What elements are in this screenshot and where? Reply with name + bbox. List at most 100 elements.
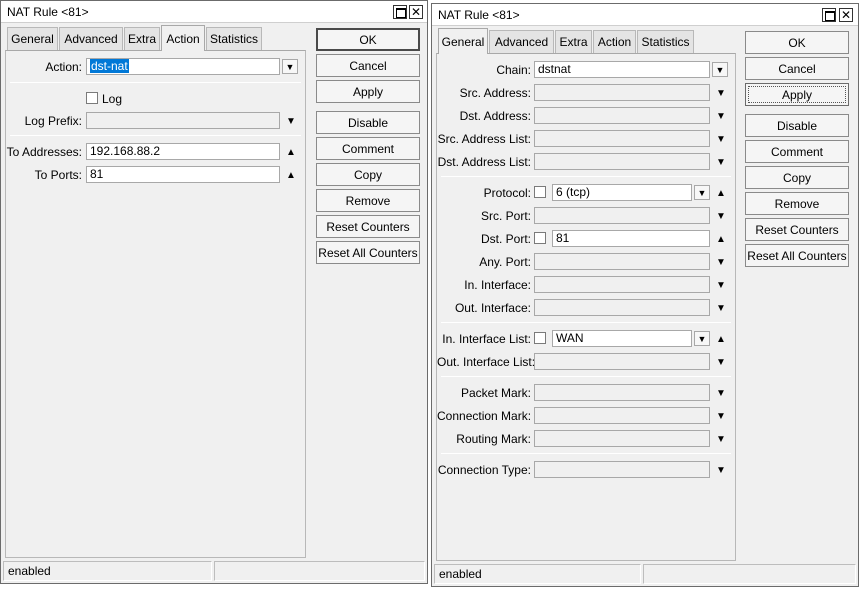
tab-extra[interactable]: Extra bbox=[124, 27, 160, 50]
title-bar[interactable]: NAT Rule <81> ✕ bbox=[1, 1, 427, 23]
log-checkbox[interactable] bbox=[86, 92, 98, 104]
tab-advanced[interactable]: Advanced bbox=[59, 27, 123, 50]
dropdown-arrow-icon[interactable]: ▼ bbox=[715, 433, 727, 445]
routing-mark-row: Routing Mark: ▼ bbox=[437, 430, 735, 450]
src-port-row: Src. Port: ▼ bbox=[437, 207, 735, 227]
in-interface-input[interactable] bbox=[534, 276, 710, 293]
protocol-row: Protocol: 6 (tcp) ▼ ▲ bbox=[437, 184, 735, 204]
log-row: Log bbox=[6, 90, 305, 110]
copy-button[interactable]: Copy bbox=[316, 163, 420, 186]
collapse-arrow-icon[interactable]: ▲ bbox=[285, 146, 297, 158]
packet-mark-row: Packet Mark: ▼ bbox=[437, 384, 735, 404]
chain-select[interactable]: dstnat bbox=[534, 61, 710, 78]
dropdown-icon[interactable]: ▼ bbox=[282, 59, 298, 74]
action-row: Action: dst-nat ▼ bbox=[6, 58, 305, 78]
dropdown-arrow-icon[interactable]: ▼ bbox=[715, 156, 727, 168]
dropdown-arrow-icon[interactable]: ▼ bbox=[715, 87, 727, 99]
dropdown-icon[interactable]: ▼ bbox=[712, 62, 728, 77]
remove-button[interactable]: Remove bbox=[745, 192, 849, 215]
disable-button[interactable]: Disable bbox=[316, 111, 420, 134]
copy-button[interactable]: Copy bbox=[745, 166, 849, 189]
apply-button[interactable]: Apply bbox=[316, 80, 420, 103]
separator bbox=[441, 176, 731, 177]
dst-port-input[interactable]: 81 bbox=[552, 230, 710, 247]
remove-button[interactable]: Remove bbox=[316, 189, 420, 212]
src-port-input[interactable] bbox=[534, 207, 710, 224]
reset-all-counters-button[interactable]: Reset All Counters bbox=[745, 244, 849, 267]
connection-mark-row: Connection Mark: ▼ bbox=[437, 407, 735, 427]
reset-all-counters-button[interactable]: Reset All Counters bbox=[316, 241, 420, 264]
dst-address-input[interactable] bbox=[534, 107, 710, 124]
to-ports-label: To Ports: bbox=[34, 168, 82, 182]
in-interface-list-row: In. Interface List: WAN ▼ ▲ bbox=[437, 330, 735, 350]
comment-button[interactable]: Comment bbox=[745, 140, 849, 163]
in-interface-list-negate-checkbox[interactable] bbox=[534, 332, 546, 344]
close-icon[interactable]: ✕ bbox=[409, 5, 423, 19]
connection-mark-label: Connection Mark: bbox=[437, 409, 532, 423]
dropdown-arrow-icon[interactable]: ▼ bbox=[715, 110, 727, 122]
out-interface-list-input[interactable] bbox=[534, 353, 710, 370]
tab-extra[interactable]: Extra bbox=[555, 30, 592, 53]
dropdown-arrow-icon[interactable]: ▼ bbox=[715, 464, 727, 476]
title-bar[interactable]: NAT Rule <81> ✕ bbox=[432, 4, 858, 26]
cancel-button[interactable]: Cancel bbox=[745, 57, 849, 80]
dropdown-icon[interactable]: ▼ bbox=[694, 185, 710, 200]
separator bbox=[441, 453, 731, 454]
any-port-input[interactable] bbox=[534, 253, 710, 270]
tab-general[interactable]: General bbox=[7, 27, 58, 50]
protocol-label: Protocol: bbox=[483, 186, 531, 200]
tab-statistics[interactable]: Statistics bbox=[206, 27, 262, 50]
disable-button[interactable]: Disable bbox=[745, 114, 849, 137]
dropdown-arrow-icon[interactable]: ▼ bbox=[715, 210, 727, 222]
maximize-icon[interactable] bbox=[393, 5, 407, 19]
reset-counters-button[interactable]: Reset Counters bbox=[316, 215, 420, 238]
comment-button[interactable]: Comment bbox=[316, 137, 420, 160]
collapse-arrow-icon[interactable]: ▲ bbox=[285, 169, 297, 181]
window-title: NAT Rule <81> bbox=[438, 8, 520, 22]
in-interface-list-select[interactable]: WAN bbox=[552, 330, 692, 347]
to-ports-input[interactable]: 81 bbox=[86, 166, 280, 183]
action-select[interactable]: dst-nat bbox=[86, 58, 280, 75]
dropdown-arrow-icon[interactable]: ▼ bbox=[715, 279, 727, 291]
tab-advanced[interactable]: Advanced bbox=[489, 30, 554, 53]
dst-address-list-input[interactable] bbox=[534, 153, 710, 170]
src-address-list-input[interactable] bbox=[534, 130, 710, 147]
dropdown-arrow-icon[interactable]: ▼ bbox=[715, 410, 727, 422]
ok-button[interactable]: OK bbox=[745, 31, 849, 54]
dropdown-arrow-icon[interactable]: ▼ bbox=[715, 256, 727, 268]
close-icon[interactable]: ✕ bbox=[839, 8, 853, 22]
action-label: Action: bbox=[45, 60, 82, 74]
dropdown-arrow-icon[interactable]: ▼ bbox=[285, 115, 297, 127]
status-text: enabled bbox=[434, 564, 641, 584]
tab-action[interactable]: Action bbox=[161, 25, 205, 51]
log-prefix-input[interactable] bbox=[86, 112, 280, 129]
collapse-arrow-icon[interactable]: ▲ bbox=[715, 333, 727, 345]
tab-action[interactable]: Action bbox=[593, 30, 636, 53]
protocol-negate-checkbox[interactable] bbox=[534, 186, 546, 198]
reset-counters-button[interactable]: Reset Counters bbox=[745, 218, 849, 241]
connection-mark-input[interactable] bbox=[534, 407, 710, 424]
dropdown-icon[interactable]: ▼ bbox=[694, 331, 710, 346]
collapse-arrow-icon[interactable]: ▲ bbox=[715, 233, 727, 245]
apply-button[interactable]: Apply bbox=[745, 83, 849, 106]
status-cell-empty bbox=[214, 561, 425, 581]
dropdown-arrow-icon[interactable]: ▼ bbox=[715, 387, 727, 399]
ok-button[interactable]: OK bbox=[316, 28, 420, 51]
packet-mark-input[interactable] bbox=[534, 384, 710, 401]
out-interface-input[interactable] bbox=[534, 299, 710, 316]
connection-type-input[interactable] bbox=[534, 461, 710, 478]
dropdown-arrow-icon[interactable]: ▼ bbox=[715, 133, 727, 145]
to-addresses-input[interactable]: 192.168.88.2 bbox=[86, 143, 280, 160]
maximize-icon[interactable] bbox=[822, 8, 836, 22]
protocol-select[interactable]: 6 (tcp) bbox=[552, 184, 692, 201]
src-address-input[interactable] bbox=[534, 84, 710, 101]
routing-mark-input[interactable] bbox=[534, 430, 710, 447]
dropdown-arrow-icon[interactable]: ▼ bbox=[715, 356, 727, 368]
cancel-button[interactable]: Cancel bbox=[316, 54, 420, 77]
action-value: dst-nat bbox=[90, 59, 129, 73]
dst-port-negate-checkbox[interactable] bbox=[534, 232, 546, 244]
tab-statistics[interactable]: Statistics bbox=[637, 30, 694, 53]
tab-general[interactable]: General bbox=[438, 28, 488, 54]
collapse-arrow-icon[interactable]: ▲ bbox=[715, 187, 727, 199]
dropdown-arrow-icon[interactable]: ▼ bbox=[715, 302, 727, 314]
